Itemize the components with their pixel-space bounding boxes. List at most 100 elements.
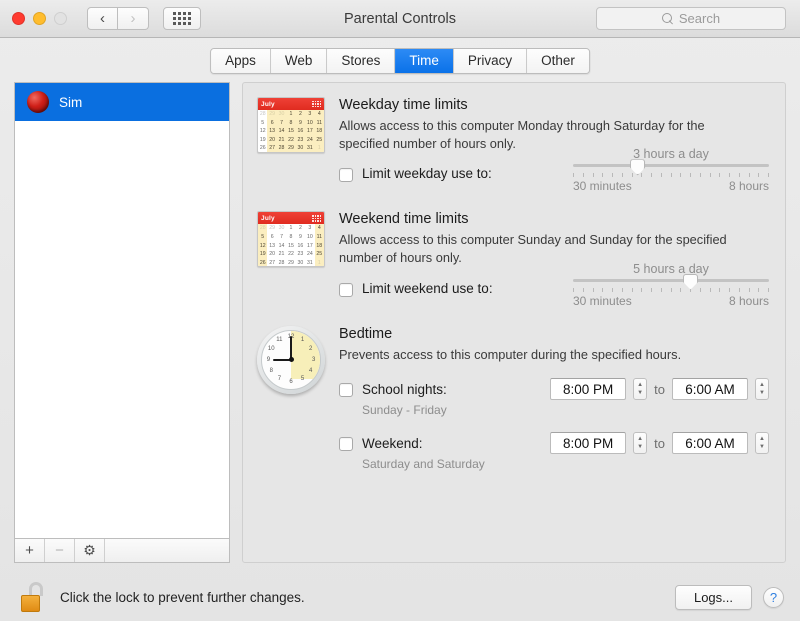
weekday-slider-range: 30 minutes 8 hours [573, 179, 769, 193]
gear-icon[interactable]: ⚙ [75, 539, 105, 562]
chevron-down-icon[interactable]: ▼ [759, 390, 765, 396]
weekday-slider[interactable]: 3 hours a day 30 minutes 8 hours [573, 147, 769, 193]
bedtime-section: 12 1 2 3 4 5 6 7 8 9 10 11 [257, 325, 769, 471]
tab-stores[interactable]: Stores [327, 49, 396, 73]
weekend-bedtime-from-stepper[interactable]: ▲ ▼ [633, 432, 648, 455]
calendar-day: 8 [286, 118, 296, 128]
limit-weekday-checkbox[interactable] [339, 168, 353, 183]
weekend-slider[interactable]: 5 hours a day 30 minutes 8 hours [573, 262, 769, 308]
navigation-buttons: ‹ › [87, 7, 149, 30]
logs-button[interactable]: Logs... [674, 584, 752, 610]
weekday-slider-value: 3 hours a day [633, 147, 709, 162]
list-item[interactable]: Sim [15, 83, 229, 121]
calendar-day: 14 [278, 242, 285, 249]
school-nights-from-field[interactable]: 8:00 PM [550, 378, 627, 401]
calendar-day: 12 [259, 128, 266, 135]
slider-tick [719, 287, 721, 292]
weekend-calendar-icon: July 28 29 30 1 2 3 4 5 6 7 8 9 10 11 12 13 14 15 16 17 18 19… [257, 211, 325, 268]
calendar-day: 30 [278, 225, 285, 232]
calendar-day: 28 [276, 144, 287, 152]
slider-tick [729, 173, 730, 178]
weekday-section: July 28 29 30 1 2 3 4 5 6 7 8 9 10 11 12 13 14 15 16 17 18 19… [257, 97, 769, 193]
tab-privacy[interactable]: Privacy [453, 49, 528, 73]
calendar-day: 24 [306, 251, 313, 258]
footer-actions: Logs... ? [674, 584, 784, 610]
slider-tick [738, 287, 740, 292]
school-nights-from-stepper[interactable]: ▲ ▼ [633, 378, 648, 401]
sidebar: Sim + − ⚙ [14, 82, 230, 563]
weekday-control-row: Limit weekday use to: 3 hours a day 30 m… [339, 147, 769, 193]
slider-tick [602, 173, 604, 178]
avatar [27, 91, 49, 113]
weekend-bedtime-to-label: to [654, 435, 665, 451]
calendar-day: 20 [269, 251, 276, 258]
close-button[interactable] [12, 12, 25, 25]
school-nights-to-stepper[interactable]: ▲ ▼ [755, 378, 769, 401]
weekend-bedtime-from-field[interactable]: 8:00 PM [550, 432, 627, 455]
search-field[interactable]: Search [596, 7, 786, 30]
forward-button[interactable]: › [118, 7, 149, 30]
chevron-down-icon[interactable]: ▼ [759, 444, 765, 450]
slider-tick [768, 173, 769, 178]
remove-user-button[interactable]: − [45, 539, 75, 562]
weekend-bedtime-to-field[interactable]: 6:00 AM [672, 432, 748, 455]
weekend-slider-range: 30 minutes 8 hours [573, 294, 769, 308]
help-button[interactable]: ? [763, 586, 784, 608]
slider-tick [758, 173, 760, 178]
bedtime-title: Bedtime [339, 325, 393, 342]
clock-wedge [291, 330, 320, 360]
calendar-day: 16 [297, 242, 304, 249]
tab-group: Apps Web Stores Time Privacy Other [210, 48, 590, 74]
weekend-bedtime-checkbox[interactable] [339, 437, 353, 452]
chevron-right-icon: › [130, 10, 136, 27]
slider-tick [768, 287, 769, 292]
school-nights-row: School nights: 8:00 PM ▲ ▼ to 6:00 AM ▲ [339, 378, 769, 401]
tab-web[interactable]: Web [270, 49, 328, 73]
chevron-down-icon[interactable]: ▼ [637, 390, 643, 396]
slider-tick [641, 287, 643, 292]
weekend-slider-track[interactable] [573, 273, 769, 290]
chevron-up-icon[interactable]: ▲ [637, 382, 643, 388]
clock-num-6: 6 [289, 379, 293, 386]
calendar-day: 30 [297, 259, 304, 266]
traffic-lights [12, 12, 67, 25]
tab-apps[interactable]: Apps [211, 49, 271, 73]
weekend-bedtime-to-stepper[interactable]: ▲ ▼ [755, 432, 769, 455]
chevron-up-icon[interactable]: ▲ [759, 436, 765, 442]
chevron-up-icon[interactable]: ▲ [637, 436, 643, 442]
calendar-binder-icon [312, 215, 321, 222]
calendar-day: 31 [306, 259, 313, 266]
calendar-day: 6 [270, 233, 274, 240]
lock-body [21, 595, 40, 612]
show-all-button[interactable] [163, 7, 201, 30]
calendar-day: 1 [286, 110, 296, 119]
minimize-button[interactable] [33, 12, 46, 25]
weekday-slider-track[interactable] [573, 159, 769, 176]
calendar-day: 6 [267, 118, 277, 128]
slider-tick [582, 173, 584, 178]
calendar-day: 1 [314, 258, 324, 267]
grid-icon [173, 12, 191, 25]
chevron-down-icon[interactable]: ▼ [637, 444, 643, 450]
calendar-day: 20 [267, 135, 277, 145]
add-user-button[interactable]: + [15, 539, 45, 562]
calendar-binder-icon [312, 100, 321, 108]
calendar-day: 25 [314, 135, 324, 145]
tab-other[interactable]: Other [527, 49, 589, 73]
calendar-day: 9 [298, 233, 302, 240]
slider-tick [631, 173, 633, 178]
slider-tick [612, 173, 613, 178]
tab-time[interactable]: Time [395, 49, 454, 73]
calendar-day: 9 [295, 118, 306, 128]
school-nights-to-field[interactable]: 6:00 AM [672, 378, 748, 401]
chevron-up-icon[interactable]: ▲ [759, 382, 765, 388]
calendar-day: 18 [314, 241, 324, 251]
slider-tick [709, 173, 711, 178]
user-list[interactable]: Sim [14, 82, 230, 538]
school-nights-checkbox[interactable] [339, 383, 353, 398]
back-button[interactable]: ‹ [87, 7, 118, 30]
limit-weekend-checkbox[interactable] [339, 282, 353, 297]
slider-tick [651, 287, 652, 292]
clock-num-11: 11 [276, 337, 283, 344]
lock-icon[interactable] [20, 582, 46, 612]
